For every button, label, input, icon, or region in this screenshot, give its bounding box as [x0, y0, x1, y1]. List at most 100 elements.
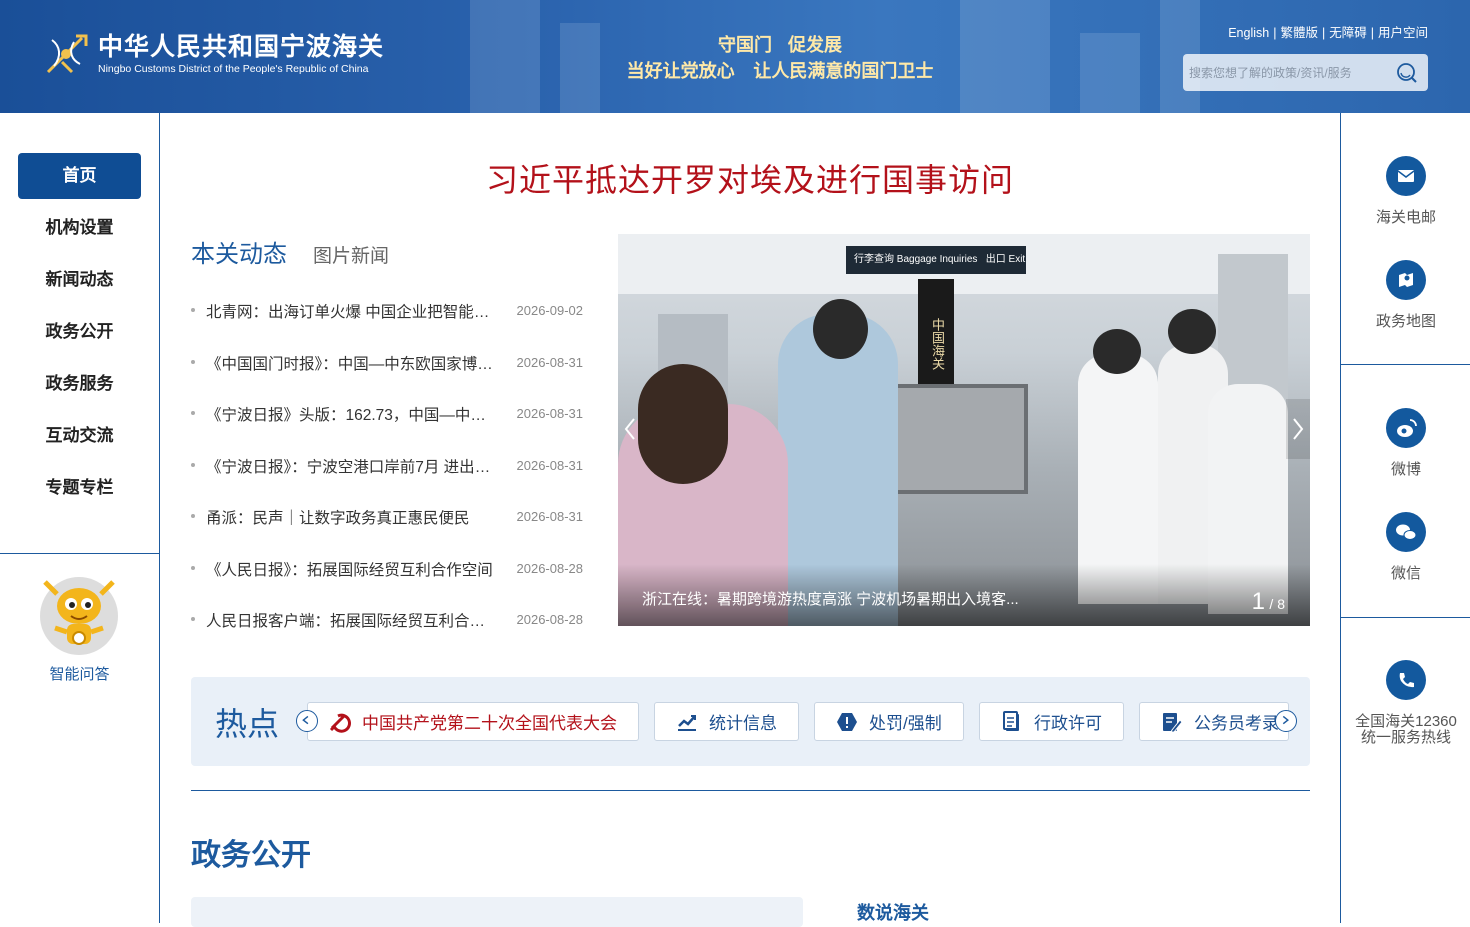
news-title[interactable]: 《人民日报》：拓展国际经贸互利合作空间 [206, 558, 496, 580]
nav-item-interaction[interactable]: 互动交流 [18, 413, 141, 459]
accessibility-link[interactable]: 无障碍 [1329, 26, 1367, 40]
news-title[interactable]: 《宁波日报》：宁波空港口岸前7月 进出境旅客 [206, 455, 496, 477]
chevron-right-icon [1282, 715, 1289, 725]
weibo-label: 微博 [1390, 461, 1421, 478]
news-date: 2026-08-31 [516, 354, 584, 370]
hot-item-label: 处罚/强制 [869, 714, 942, 733]
party-emblem-icon [329, 713, 351, 733]
nav-item-topics[interactable]: 专题专栏 [18, 465, 141, 511]
news-title[interactable]: 人民日报客户端：拓展国际经贸互利合作空间 [206, 609, 496, 631]
search-box [1183, 54, 1428, 91]
search-input[interactable] [1183, 54, 1383, 91]
hot-item-license[interactable]: 行政许可 [979, 702, 1124, 741]
section-subtitle[interactable]: 数说海关 [857, 899, 929, 925]
logo-title-cn: 中华人民共和国宁波海关 [98, 32, 385, 61]
nav-item-news[interactable]: 新闻动态 [18, 257, 141, 303]
hotline-label-line2: 统一服务热线 [1360, 729, 1451, 746]
wechat-shortcut[interactable]: 微信 [1341, 512, 1470, 582]
bullet [191, 514, 195, 518]
hot-prev-button[interactable] [296, 710, 318, 732]
hot-item-label: 行政许可 [1034, 714, 1102, 733]
slogan-text: 让人民满意的国门卫士 [753, 61, 934, 82]
hot-topics-bar: 热点 中国共产党第二十次全国代表大会 统计信息 处罚/强制 行政许可 公务员考录 [191, 677, 1310, 766]
search-icon[interactable] [1396, 62, 1418, 84]
news-date: 2026-09-02 [516, 303, 584, 318]
news-date: 2026-08-31 [516, 406, 584, 421]
person-head [813, 299, 868, 359]
hot-next-button[interactable] [1275, 710, 1297, 732]
email-shortcut[interactable]: 海关电邮 [1341, 156, 1470, 226]
weibo-shortcut[interactable]: 微博 [1341, 408, 1470, 478]
section-title: 政务公开 [191, 838, 311, 873]
list-item: 《宁波日报》：宁波空港口岸前7月 进出境旅客 2026-08-31 [191, 446, 583, 498]
wechat-icon [1386, 512, 1426, 552]
chevron-left-icon [624, 418, 635, 440]
hot-item-statistics[interactable]: 统计信息 [654, 702, 799, 741]
alert-icon [837, 712, 857, 731]
overhead-exit-text: 出口 Exit [985, 254, 1026, 265]
nav-item-home[interactable]: 首页 [18, 153, 141, 199]
list-item: 甬派：民声｜让数字政务真正惠民便民 2026-08-31 [191, 497, 583, 549]
header-building-bg [470, 0, 540, 113]
hot-title: 热点 [215, 705, 280, 743]
hot-item-party-congress[interactable]: 中国共产党第二十次全国代表大会 [307, 702, 639, 741]
carousel-total: / 8 [1269, 596, 1285, 612]
site-logo[interactable]: 中华人民共和国宁波海关 Ningbo Customs District of t… [42, 32, 384, 76]
user-space-link[interactable]: 用户空间 [1378, 26, 1428, 40]
email-label: 海关电邮 [1375, 209, 1436, 226]
news-title[interactable]: 《宁波日报》头版：162.73，中国—中东欧 [206, 403, 496, 425]
english-link[interactable]: English [1228, 26, 1269, 40]
phone-icon [1386, 660, 1426, 700]
tab-photo-news[interactable]: 图片新闻 [313, 241, 389, 268]
header-building-bg [1080, 33, 1140, 113]
map-shortcut[interactable]: 政务地图 [1341, 260, 1470, 330]
hotline-shortcut[interactable]: 全国海关12360 统一服务热线 [1341, 660, 1470, 746]
nav-item-government-affairs[interactable]: 政务公开 [18, 309, 141, 355]
assistant-label[interactable]: 智能问答 [0, 663, 159, 684]
customs-sign-text: 中国海关 [929, 318, 944, 370]
list-item: 《宁波日报》头版：162.73，中国—中东欧 2026-08-31 [191, 394, 583, 446]
hot-item-label: 统计信息 [709, 714, 777, 733]
hot-item-penalty[interactable]: 处罚/强制 [814, 702, 964, 741]
carousel-prev-button[interactable] [618, 399, 642, 459]
carousel-next-button[interactable] [1286, 399, 1310, 459]
nav-item-organization[interactable]: 机构设置 [18, 205, 141, 251]
map-label: 政务地图 [1375, 313, 1436, 330]
bullet [191, 462, 195, 467]
carousel-counter: 1 / 8 [1252, 588, 1285, 616]
list-item: 《人民日报》：拓展国际经贸互利合作空间 2026-08-28 [191, 549, 583, 601]
map-icon [1386, 260, 1426, 300]
left-navigation: 首页 机构设置 新闻动态 政务公开 政务服务 互动交流 专题专栏 智能问答 [0, 113, 160, 923]
news-list: 北青网：出海订单火爆 中国企业把智能产品卖向全球 2026-09-02 《中国国门… [191, 291, 583, 652]
weibo-icon [1386, 408, 1426, 448]
nav-divider [0, 553, 159, 554]
carousel-caption[interactable]: 浙江在线：暑期跨境游热度高涨 宁波机场暑期出入境客... [642, 588, 1019, 609]
bullet [191, 617, 195, 621]
news-date: 2026-08-28 [516, 560, 584, 576]
slogan-text: 促发展 [788, 35, 842, 56]
person-head [638, 364, 728, 484]
news-tabs: 本关动态 图片新闻 [191, 234, 415, 269]
officer-head [1093, 329, 1141, 374]
nav-item-services[interactable]: 政务服务 [18, 361, 141, 407]
list-item: 人民日报客户端：拓展国际经贸互利合作空间 2026-08-28 [191, 600, 583, 652]
sidebar-divider [1341, 364, 1470, 365]
traditional-chinese-link[interactable]: 繁體版 [1280, 26, 1318, 40]
sidebar-divider [1341, 617, 1470, 618]
chevron-left-icon [302, 715, 309, 725]
carousel-current: 1 [1251, 588, 1265, 615]
photo-carousel[interactable]: 行李查询 Baggage Inquiries 出口 Exit 中国海关 浙江在线… [618, 234, 1310, 626]
mail-icon [1386, 156, 1426, 196]
chart-icon [678, 714, 696, 731]
right-sidebar: 海关电邮 政务地图 微博 微信 全国海关12360 统一服务热线 [1340, 113, 1470, 923]
news-title[interactable]: 甬派：民声｜让数字政务真正惠民便民 [206, 506, 496, 528]
hot-item-label: 中国共产党第二十次全国代表大会 [362, 714, 617, 733]
news-title[interactable]: 北青网：出海订单火爆 中国企业把智能产品卖向全球 [206, 300, 496, 322]
assistant-robot-icon[interactable] [39, 576, 119, 656]
tab-local-news[interactable]: 本关动态 [191, 234, 287, 269]
hot-item-civil-exam[interactable]: 公务员考录 [1139, 702, 1289, 741]
headline-link[interactable]: 习近平抵达开罗对埃及进行国事访问 [160, 155, 1340, 201]
overhead-sign: 行李查询 Baggage Inquiries 出口 Exit [846, 246, 1026, 274]
site-header: 中华人民共和国宁波海关 Ningbo Customs District of t… [0, 0, 1470, 113]
news-title[interactable]: 《中国国门时报》：中国—中东欧国家博览会 [206, 352, 496, 374]
